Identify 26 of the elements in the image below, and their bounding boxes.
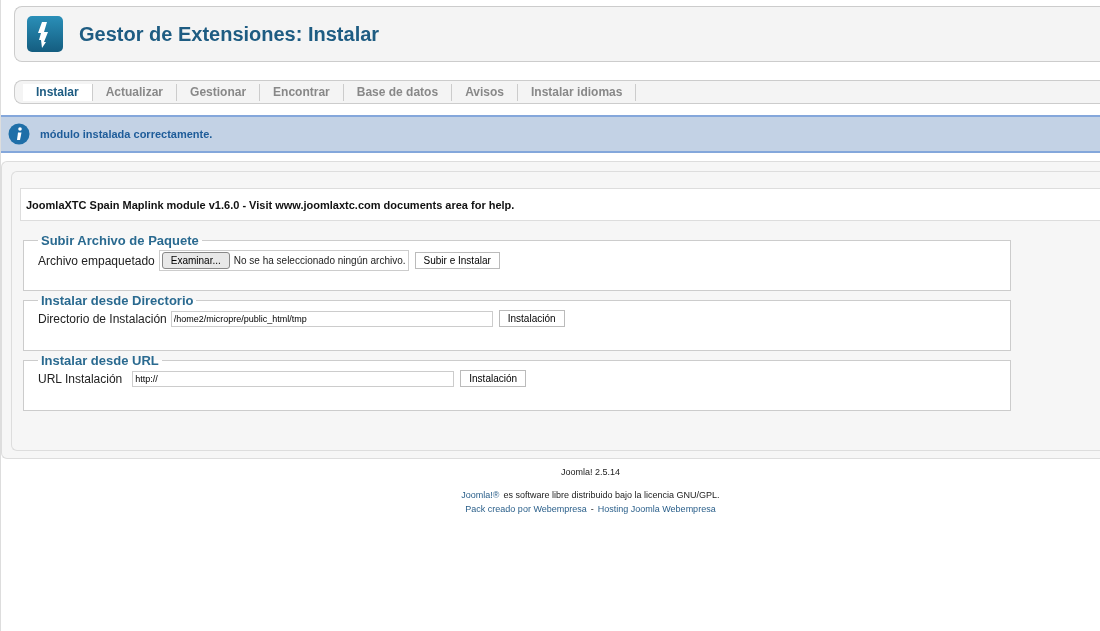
- module-description: JoomlaXTC Spain Maplink module v1.6.0 - Visit www.joomlaxtc.com documents area for help.: [26, 198, 515, 211]
- info-icon: [8, 123, 30, 145]
- file-input[interactable]: Examinar... No se ha seleccionado ningún archivo.: [158, 250, 409, 271]
- install-button[interactable]: Instalación: [460, 370, 527, 387]
- version-text: Joomla! 2.5.14: [560, 467, 620, 477]
- url-input[interactable]: http://: [132, 370, 455, 387]
- pack-link[interactable]: Pack creado por Webempresa: [465, 504, 587, 514]
- browse-button[interactable]: Examinar...: [161, 252, 230, 269]
- field-label: URL Instalación: [38, 371, 123, 386]
- license-text: es software libre distribuido bajo la licencia GNU/GPL.: [503, 490, 720, 500]
- field-label: Directorio de Instalación: [38, 311, 167, 326]
- fieldset-legend: Subir Archivo de Paquete: [38, 233, 202, 248]
- submenu-tab[interactable]: Instalar: [23, 83, 93, 101]
- joomla-link[interactable]: Joomla!®: [461, 490, 500, 500]
- fieldset-legend: Instalar desde URL: [38, 353, 162, 368]
- fieldset-legend: Instalar desde Directorio: [38, 293, 197, 308]
- install-button[interactable]: Instalación: [498, 310, 565, 327]
- hosting-link[interactable]: Hosting Joomla Webempresa: [597, 504, 716, 514]
- directory-input[interactable]: /home2/micropre/public_html/tmp: [170, 310, 493, 327]
- separator-text: -: [590, 504, 594, 514]
- lightning-bolt-icon: [27, 16, 63, 52]
- success-message: módulo instalada correctamente.: [40, 128, 213, 140]
- upload-install-button[interactable]: Subir e Instalar: [414, 252, 500, 269]
- page-title: Gestor de Extensiones: Instalar: [79, 22, 380, 46]
- field-label: Archivo empaquetado: [38, 253, 155, 268]
- file-status: No se ha seleccionado ningún archivo.: [233, 255, 406, 266]
